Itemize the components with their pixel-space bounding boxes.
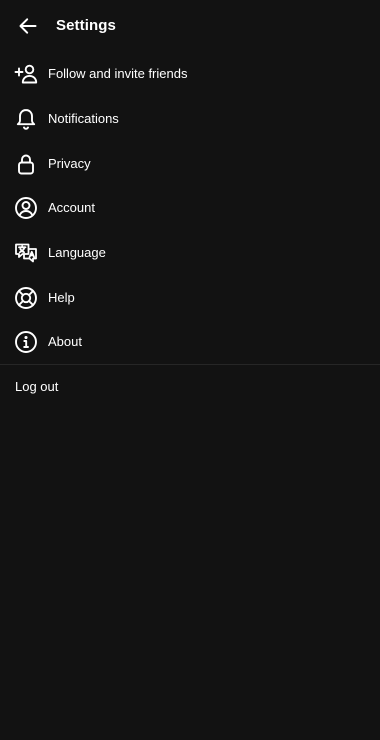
menu-item-label: Account <box>48 200 95 216</box>
top-bar: Settings <box>0 0 380 52</box>
menu-item-label: Notifications <box>48 111 119 127</box>
menu-item-about[interactable]: About <box>0 320 380 365</box>
bell-icon <box>13 106 39 132</box>
menu-item-privacy[interactable]: Privacy <box>0 141 380 186</box>
menu-item-account[interactable]: Account <box>0 186 380 231</box>
menu-item-label: Language <box>48 245 106 261</box>
menu-item-label: Help <box>48 289 75 305</box>
menu-item-label: About <box>48 334 82 350</box>
translate-icon <box>13 240 39 266</box>
lock-icon <box>13 151 39 177</box>
user-circle-icon <box>13 195 39 221</box>
menu-item-label: Privacy <box>48 155 91 171</box>
settings-menu: Follow and invite friends Notifications … <box>0 52 380 365</box>
menu-item-notifications[interactable]: Notifications <box>0 97 380 142</box>
logout-button[interactable]: Log out <box>15 378 58 396</box>
arrow-left-icon <box>18 16 38 36</box>
divider <box>0 364 380 365</box>
lifebuoy-icon <box>13 285 39 311</box>
menu-item-language[interactable]: Language <box>0 231 380 276</box>
back-button[interactable] <box>14 12 42 40</box>
page-title: Settings <box>56 17 116 34</box>
add-person-icon <box>13 61 39 87</box>
menu-item-label: Follow and invite friends <box>48 66 188 82</box>
info-icon <box>13 329 39 355</box>
menu-item-help[interactable]: Help <box>0 275 380 320</box>
menu-item-follow-invite[interactable]: Follow and invite friends <box>0 52 380 97</box>
